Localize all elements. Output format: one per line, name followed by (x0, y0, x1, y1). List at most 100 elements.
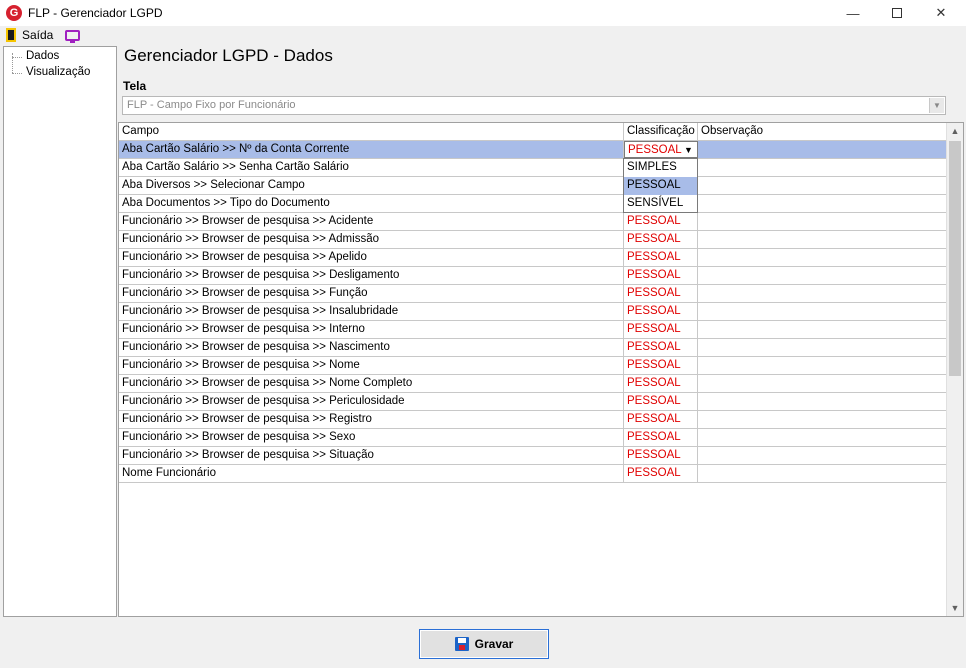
cell-campo[interactable]: Aba Cartão Salário >> Nº da Conta Corren… (119, 141, 624, 158)
cell-classificacao[interactable]: PESSOAL (624, 339, 698, 356)
cell-campo[interactable]: Funcionário >> Browser de pesquisa >> No… (119, 357, 624, 374)
table-row[interactable]: Funcionário >> Browser de pesquisa >> Ad… (119, 231, 947, 249)
scrollbar-thumb[interactable] (949, 141, 961, 376)
app-logo-icon: G (6, 5, 22, 21)
cell-campo[interactable]: Funcionário >> Browser de pesquisa >> Fu… (119, 285, 624, 302)
table-row[interactable]: Funcionário >> Browser de pesquisa >> No… (119, 375, 947, 393)
navigation-tree: Dados Visualização (3, 46, 117, 617)
cell-classificacao[interactable]: PESSOAL (624, 375, 698, 392)
tree-item-visualizacao[interactable]: Visualização (26, 66, 90, 78)
cell-classificacao[interactable]: PESSOAL (624, 285, 698, 302)
chevron-down-icon[interactable]: ▼ (929, 98, 944, 113)
cell-classificacao[interactable]: PESSOAL (624, 357, 698, 374)
cell-campo[interactable]: Funcionário >> Browser de pesquisa >> De… (119, 267, 624, 284)
table-row[interactable]: Funcionário >> Browser de pesquisa >> Ap… (119, 249, 947, 267)
cell-observacao[interactable] (698, 141, 947, 158)
table-row[interactable]: Funcionário >> Browser de pesquisa >> In… (119, 303, 947, 321)
cell-campo[interactable]: Aba Diversos >> Selecionar Campo (119, 177, 624, 194)
cell-observacao[interactable] (698, 249, 947, 266)
cell-campo[interactable]: Funcionário >> Browser de pesquisa >> Pe… (119, 393, 624, 410)
cell-observacao[interactable] (698, 357, 947, 374)
cell-classificacao[interactable]: PESSOAL (624, 447, 698, 464)
cell-observacao[interactable] (698, 285, 947, 302)
cell-campo[interactable]: Funcionário >> Browser de pesquisa >> In… (119, 321, 624, 338)
table-row[interactable]: Funcionário >> Browser de pesquisa >> Re… (119, 411, 947, 429)
cell-observacao[interactable] (698, 393, 947, 410)
cell-campo[interactable]: Aba Documentos >> Tipo do Documento (119, 195, 624, 212)
cell-observacao[interactable] (698, 231, 947, 248)
table-row[interactable]: Funcionário >> Browser de pesquisa >> No… (119, 357, 947, 375)
dropdown-option-sensivel[interactable]: SENSÍVEL (624, 195, 697, 213)
cell-campo[interactable]: Aba Cartão Salário >> Senha Cartão Salár… (119, 159, 624, 176)
cell-observacao[interactable] (698, 159, 947, 176)
table-row[interactable]: Funcionário >> Browser de pesquisa >> De… (119, 267, 947, 285)
cell-classificacao[interactable]: PESSOAL (624, 429, 698, 446)
cell-observacao[interactable] (698, 447, 947, 464)
column-header-campo[interactable]: Campo (119, 123, 624, 141)
cell-campo[interactable]: Funcionário >> Browser de pesquisa >> Si… (119, 447, 624, 464)
cell-observacao[interactable] (698, 411, 947, 428)
cell-campo[interactable]: Funcionário >> Browser de pesquisa >> In… (119, 303, 624, 320)
maximize-button[interactable] (874, 0, 920, 26)
table-row[interactable]: Funcionário >> Browser de pesquisa >> Se… (119, 429, 947, 447)
cell-classificacao[interactable]: PESSOAL (624, 303, 698, 320)
cell-campo[interactable]: Funcionário >> Browser de pesquisa >> Re… (119, 411, 624, 428)
table-row[interactable]: Aba Cartão Salário >> Nº da Conta Corren… (119, 141, 947, 159)
cell-classificacao[interactable]: PESSOAL (624, 231, 698, 248)
scroll-down-icon[interactable]: ▼ (947, 600, 963, 616)
cell-campo[interactable]: Funcionário >> Browser de pesquisa >> No… (119, 375, 624, 392)
cell-observacao[interactable] (698, 267, 947, 284)
cell-campo[interactable]: Funcionário >> Browser de pesquisa >> Ac… (119, 213, 624, 230)
minimize-button[interactable]: — (830, 0, 876, 26)
cell-observacao[interactable] (698, 195, 947, 212)
table-row[interactable]: Nome Funcionário PESSOAL (119, 465, 947, 483)
menu-exit[interactable]: Saída (22, 28, 53, 42)
cell-classificacao[interactable]: PESSOAL (624, 465, 698, 482)
cell-observacao[interactable] (698, 321, 947, 338)
table-row[interactable]: Aba Documentos >> Tipo do Documento (119, 195, 947, 213)
cell-observacao[interactable] (698, 213, 947, 230)
cell-classificacao[interactable]: PESSOAL (624, 411, 698, 428)
close-button[interactable]: ✕ (918, 0, 964, 26)
cell-observacao[interactable] (698, 375, 947, 392)
cell-classificacao[interactable]: PESSOAL (624, 393, 698, 410)
cell-campo[interactable]: Funcionário >> Browser de pesquisa >> Na… (119, 339, 624, 356)
classification-editor-value: PESSOAL (628, 144, 682, 156)
table-row[interactable]: Funcionário >> Browser de pesquisa >> Fu… (119, 285, 947, 303)
cell-campo[interactable]: Nome Funcionário (119, 465, 624, 482)
table-row[interactable]: Funcionário >> Browser de pesquisa >> In… (119, 321, 947, 339)
column-header-classificacao[interactable]: Classificação (624, 123, 698, 141)
cell-classificacao[interactable]: PESSOAL (624, 321, 698, 338)
classification-dropdown: SIMPLES PESSOAL SENSÍVEL (623, 158, 698, 213)
tree-item-dados[interactable]: Dados (26, 50, 59, 62)
table-row[interactable]: Funcionário >> Browser de pesquisa >> Si… (119, 447, 947, 465)
cell-campo[interactable]: Funcionário >> Browser de pesquisa >> Ad… (119, 231, 624, 248)
cell-observacao[interactable] (698, 465, 947, 482)
classification-editor[interactable]: PESSOAL ▼ (624, 141, 698, 158)
cell-classificacao[interactable]: PESSOAL (624, 267, 698, 284)
dropdown-option-simples[interactable]: SIMPLES (624, 159, 697, 177)
save-button[interactable]: Gravar (419, 629, 549, 659)
cell-campo[interactable]: Funcionário >> Browser de pesquisa >> Ap… (119, 249, 624, 266)
cell-campo[interactable]: Funcionário >> Browser de pesquisa >> Se… (119, 429, 624, 446)
tela-select[interactable]: FLP - Campo Fixo por Funcionário ▼ (122, 96, 946, 115)
cell-observacao[interactable] (698, 303, 947, 320)
cell-observacao[interactable] (698, 177, 947, 194)
vertical-scrollbar[interactable]: ▲ ▼ (946, 123, 963, 616)
cell-observacao[interactable] (698, 339, 947, 356)
cell-classificacao[interactable]: PESSOAL (624, 213, 698, 230)
chevron-down-icon[interactable]: ▼ (680, 142, 697, 157)
cell-observacao[interactable] (698, 429, 947, 446)
table-row[interactable]: Funcionário >> Browser de pesquisa >> Na… (119, 339, 947, 357)
dropdown-option-pessoal[interactable]: PESSOAL (624, 177, 697, 195)
scroll-up-icon[interactable]: ▲ (947, 123, 963, 139)
column-header-observacao[interactable]: Observação (698, 123, 947, 141)
table-row[interactable]: Aba Diversos >> Selecionar Campo (119, 177, 947, 195)
exit-door-icon[interactable] (6, 28, 16, 42)
monitor-icon[interactable] (65, 29, 81, 43)
window-title: FLP - Gerenciador LGPD (28, 6, 163, 20)
table-row[interactable]: Funcionário >> Browser de pesquisa >> Ac… (119, 213, 947, 231)
table-row[interactable]: Funcionário >> Browser de pesquisa >> Pe… (119, 393, 947, 411)
table-row[interactable]: Aba Cartão Salário >> Senha Cartão Salár… (119, 159, 947, 177)
cell-classificacao[interactable]: PESSOAL (624, 249, 698, 266)
